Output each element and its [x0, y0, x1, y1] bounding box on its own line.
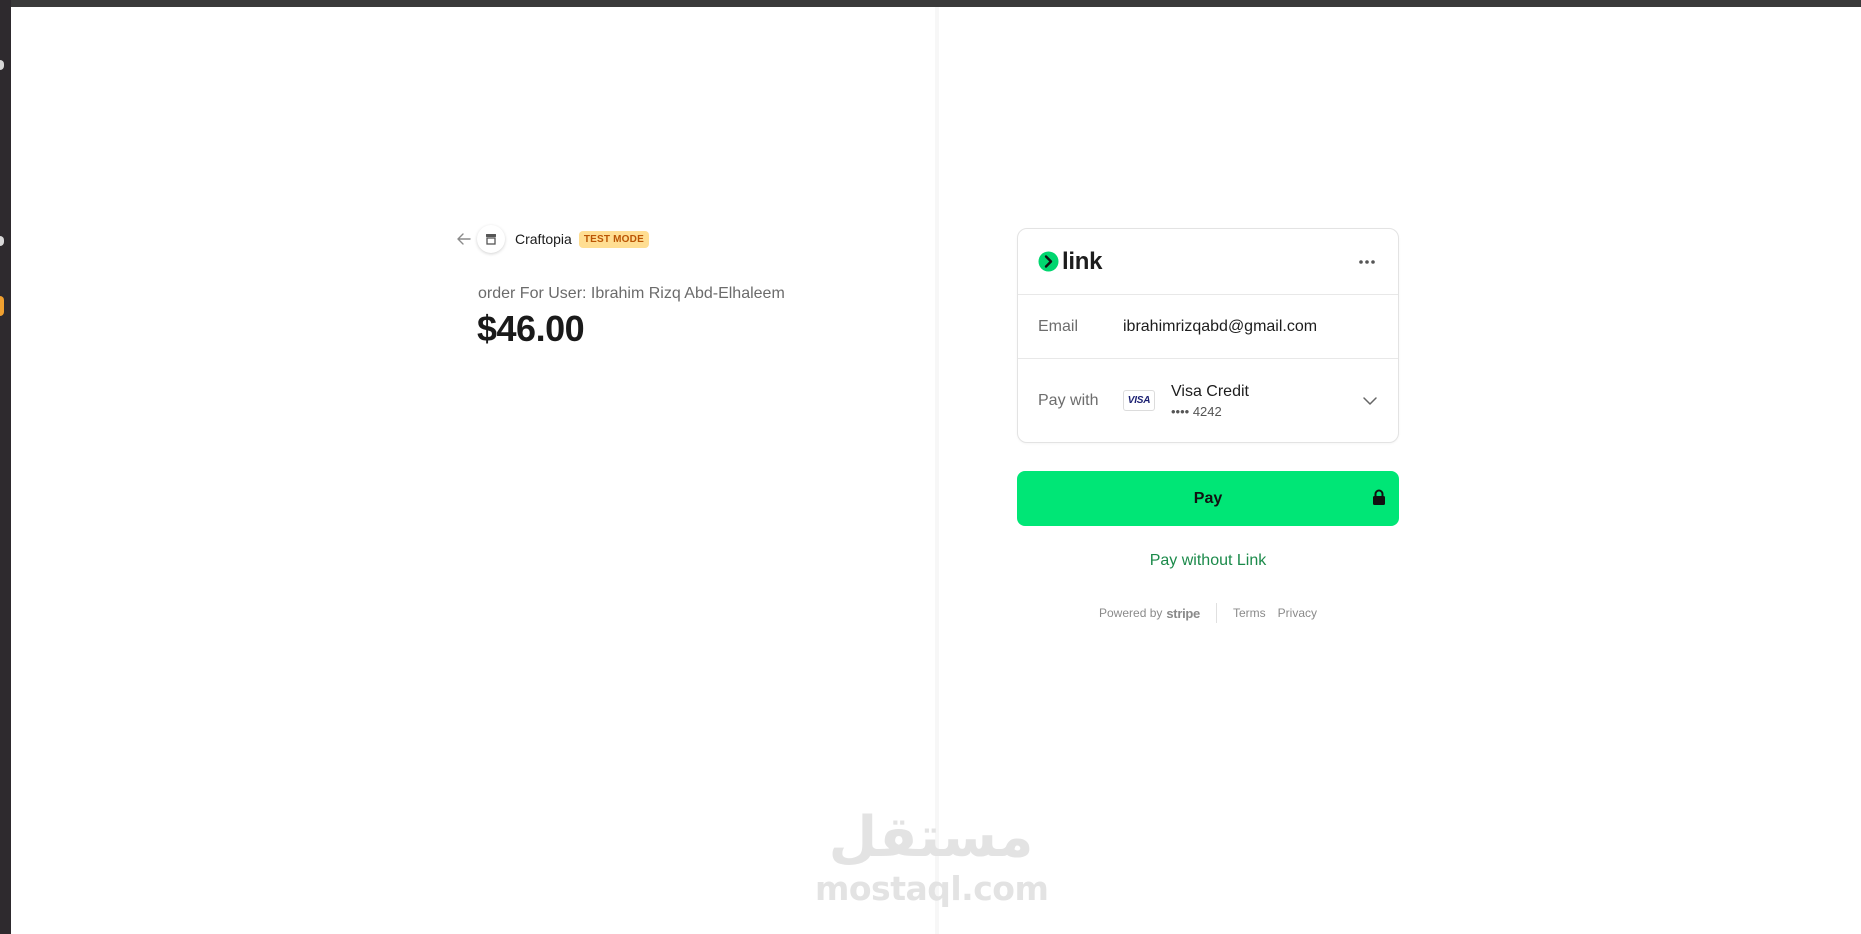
pay-without-link[interactable]: Pay without Link — [1017, 552, 1399, 570]
order-description: order For User: Ibrahim Rizq Abd-Elhalee… — [478, 285, 785, 302]
footer-divider — [1215, 603, 1217, 623]
order-summary-panel — [11, 7, 937, 934]
card-info: Visa Credit •••• 4242 — [1171, 383, 1249, 419]
card-name: Visa Credit — [1171, 382, 1249, 400]
terms-link[interactable]: Terms — [1233, 606, 1266, 620]
test-mode-badge: TEST MODE — [578, 230, 649, 248]
watermark-arabic: مستقل — [828, 805, 1034, 870]
pay-with-label: Pay with — [1038, 391, 1099, 409]
watermark: مستقل mostaql.com — [815, 805, 1049, 908]
window-top-bar — [0, 0, 1861, 7]
link-card-header: link — [1018, 229, 1398, 295]
stripe-logo: stripe — [1166, 605, 1200, 621]
card-last4: •••• 4242 — [1171, 403, 1222, 419]
watermark-latin: mostaql.com — [815, 869, 1049, 908]
pay-button-label: Pay — [1193, 489, 1223, 507]
footer: Powered by stripe Terms Privacy — [1017, 603, 1399, 623]
powered-by-stripe[interactable]: Powered by stripe — [1099, 606, 1200, 621]
merchant-name: Craftopia — [515, 231, 572, 247]
order-amount: $46.00 — [477, 308, 585, 349]
link-card: link Email ibrahimrizqabd@gmail.com Pay … — [1017, 228, 1399, 443]
chevron-down-icon[interactable] — [1362, 396, 1378, 406]
merchant-header: Craftopia TEST MODE — [453, 225, 649, 253]
email-row[interactable]: Email ibrahimrizqabd@gmail.com — [1018, 295, 1398, 359]
arrow-left-icon[interactable] — [453, 228, 475, 250]
visa-brand-text: VISA — [1127, 395, 1151, 406]
dock-indicator — [0, 60, 4, 70]
powered-by-text: Powered by — [1099, 606, 1163, 620]
pay-with-row[interactable]: Pay with VISA Visa Credit •••• 4242 — [1018, 359, 1398, 442]
dock-indicator-active — [0, 296, 4, 316]
pay-button[interactable]: Pay — [1017, 471, 1399, 526]
link-logo: link — [1038, 248, 1102, 276]
store-icon — [477, 225, 505, 253]
dock-indicator — [0, 236, 4, 246]
email-label: Email — [1038, 317, 1079, 335]
lock-icon — [1372, 489, 1386, 511]
link-arrow-icon — [1038, 251, 1059, 272]
privacy-link[interactable]: Privacy — [1278, 606, 1317, 620]
visa-card-icon: VISA — [1123, 390, 1155, 411]
more-horizontal-icon[interactable] — [1355, 250, 1379, 274]
link-logo-text: link — [1062, 247, 1103, 275]
desktop-edge — [0, 0, 11, 934]
email-value: ibrahimrizqabd@gmail.com — [1123, 317, 1318, 335]
